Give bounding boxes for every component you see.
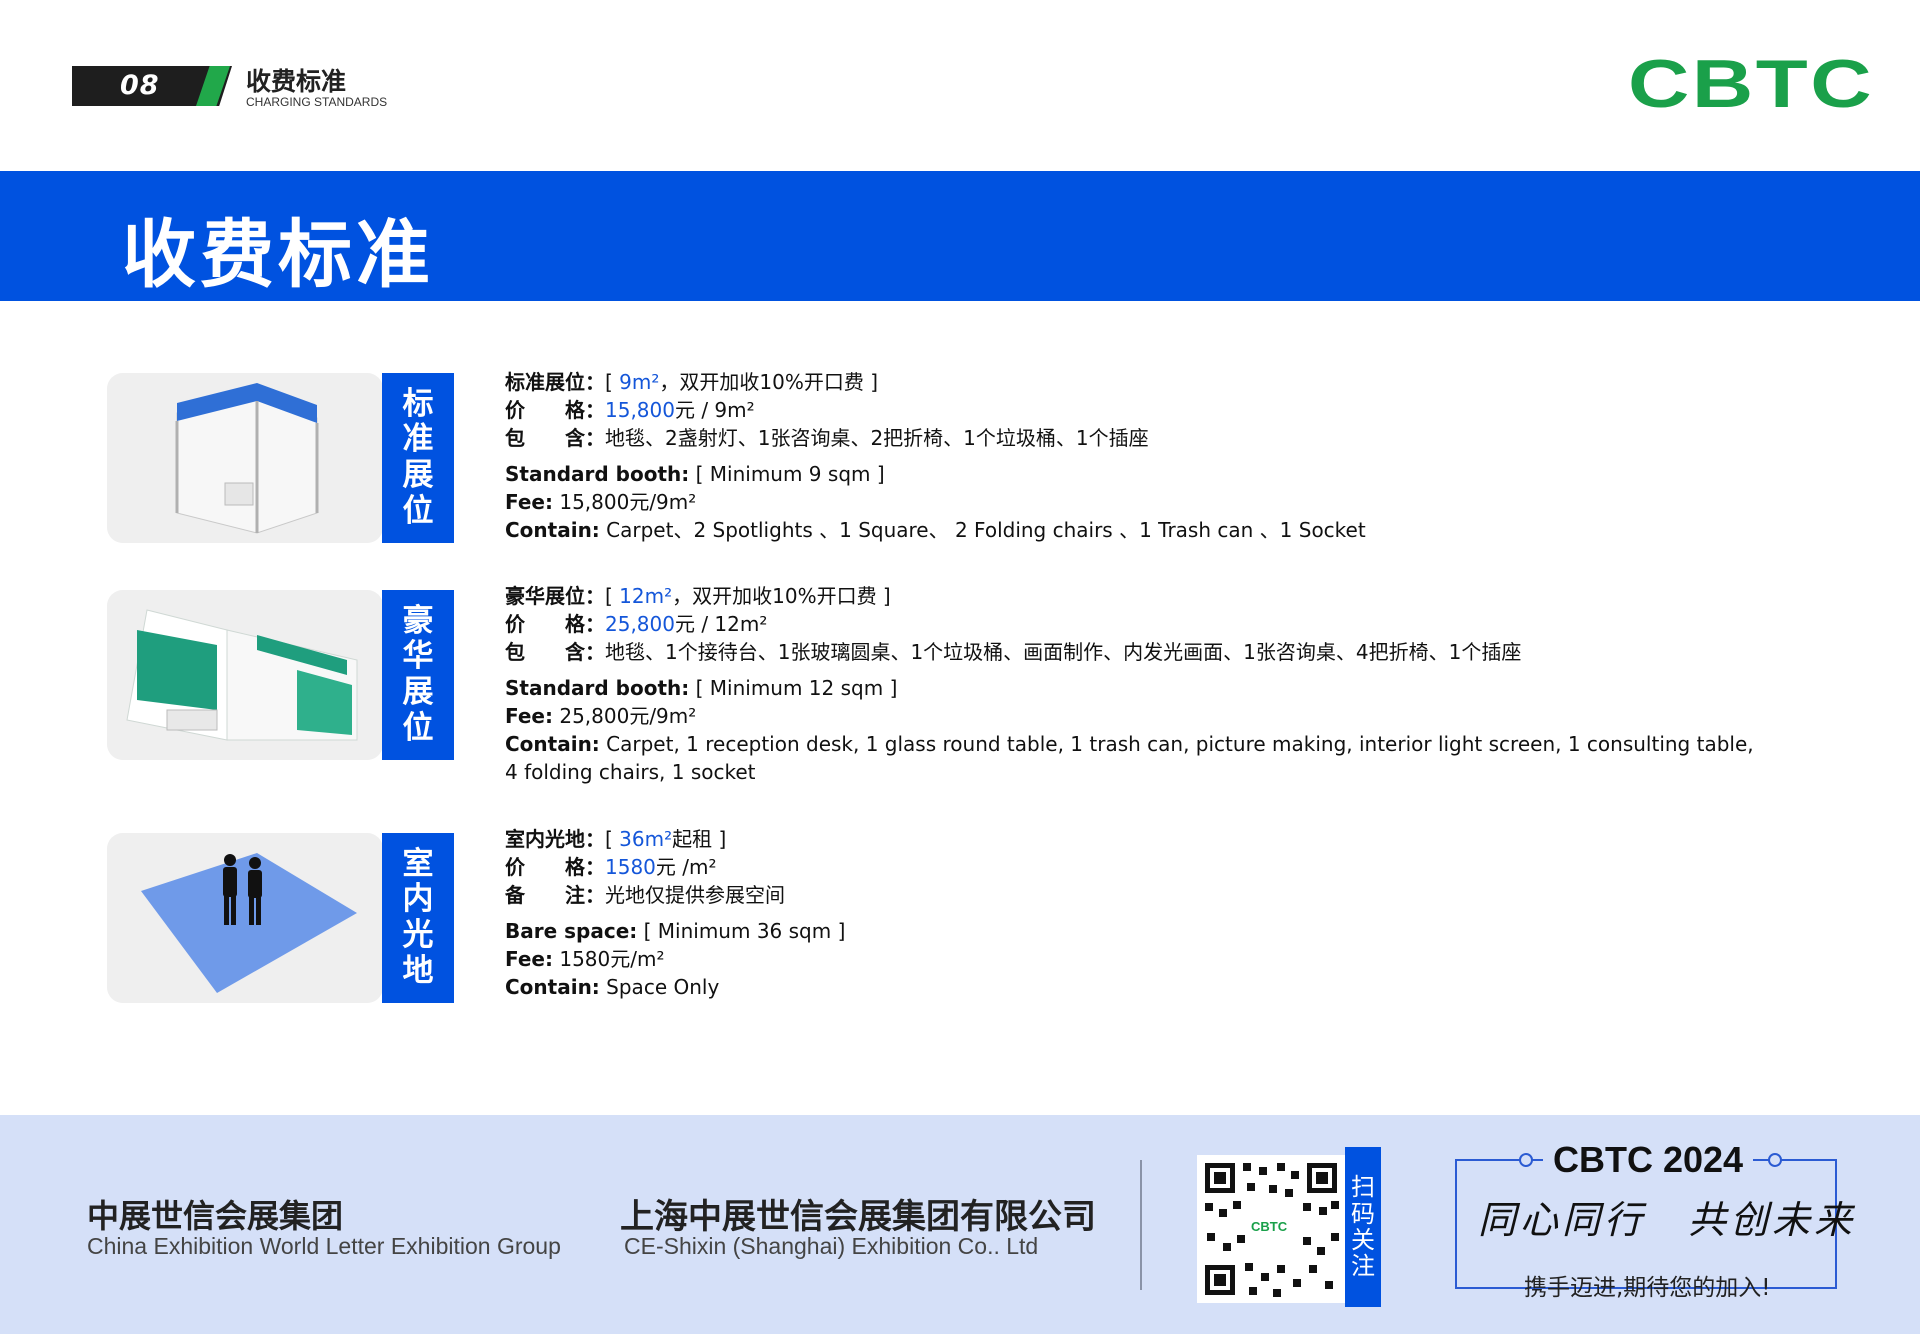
cn-label: 包 含： [505,640,605,664]
cn-value: [ [605,827,620,851]
en-label: Standard booth: [505,462,690,486]
cn-label: 价 格： [505,398,605,422]
en-label: Contain: [505,975,600,999]
price-highlight: 25,800 [605,612,675,636]
cn-label: 标准展位： [505,370,605,394]
standard-booth-tag: 标 准 展 位 [382,373,454,543]
slogan-heading: CBTC 2024 [1543,1139,1754,1181]
cn-value: [ [605,370,620,394]
tag-char: 地 [402,952,434,989]
bare-space-tag: 室 内 光 地 [382,833,454,1003]
bare-space-image [107,833,383,1003]
tag-char: 位 [402,492,434,529]
banner-title: 收费标准 [122,212,434,298]
cn-value: ，双开加收10%开口费 ] [672,584,891,608]
company2-name-cn: 上海中展世信会展集团有限公司 [620,1197,1096,1237]
tag-char: 关 [1351,1226,1375,1254]
en-value: Carpet、2 Spotlights 、1 Square、 2 Folding… [599,518,1366,542]
en-value: [ Minimum 12 sqm ] [689,676,898,700]
cn-value: 地毯、1个接待台、1张玻璃圆桌、1个垃圾桶、画面制作、内发光画面、1张咨询桌、4… [605,640,1522,664]
en-value: Carpet, 1 reception desk, 1 glass round … [505,732,1754,784]
section-title: 收费标准 [246,67,347,96]
en-label: Bare space: [505,919,638,943]
cn-value-highlight: 9m² [619,370,660,394]
footer: 中展世信会展集团 China Exhibition World Letter E… [0,1115,1920,1334]
tag-char: 标 [402,385,434,422]
tag-char: 室 [402,845,434,882]
tag-char: 展 [402,457,434,493]
title-banner: 收费标准 [0,171,1920,301]
qr-code[interactable]: CBTC [1197,1155,1345,1303]
cn-label: 备 注： [505,883,605,907]
en-label: Standard booth: [505,676,690,700]
en-label: Fee: [505,947,553,971]
company-name-en: China Exhibition World Letter Exhibition… [87,1233,561,1259]
en-value: [ Minimum 36 sqm ] [637,919,846,943]
cn-label: 室内光地： [505,827,605,851]
tag-char: 华 [402,638,434,675]
price-highlight: 15,800 [605,398,675,422]
deluxe-booth-image [107,590,383,760]
tag-char: 准 [402,421,434,458]
tag-char: 码 [1351,1199,1375,1228]
en-value: [ Minimum 9 sqm ] [689,462,885,486]
scan-follow-tag: 扫 码 关 注 [1345,1147,1381,1307]
tag-char: 扫 [1351,1173,1375,1202]
cn-value: 元 / 12m² [674,612,768,636]
en-label: Contain: [505,732,600,756]
section-subtitle: CHARGING STANDARDS [246,95,388,109]
price-highlight: 1580 [605,855,656,879]
deluxe-booth-tag: 豪 华 展 位 [382,590,454,760]
cn-label: 价 格： [505,855,605,879]
en-value: 1580元/m² [552,947,665,971]
slogan-caption: 携手迈进,期待您的加入! [1524,1275,1771,1301]
company2-name-en: CE-Shixin (Shanghai) Exhibition Co.. Ltd [624,1233,1039,1259]
cn-value-highlight: 12m² [619,584,673,608]
cn-value: [ [605,584,620,608]
cn-value: 地毯、2盏射灯、1张咨询桌、2把折椅、1个垃圾桶、1个插座 [605,426,1149,450]
standard-booth-image [107,373,383,543]
page-number: 08 [120,70,160,101]
cn-label: 包 含： [505,426,605,450]
cn-value: 光地仅提供参展空间 [605,883,785,907]
deluxe-booth-info: 豪华展位：[ 12m²，双开加收10%开口费 ] 价 格：25,800元 / 1… [505,582,1765,786]
tag-char: 展 [402,674,434,710]
tag-char: 内 [402,881,434,918]
bare-space-info: 室内光地：[ 36m²起租 ] 价 格：1580元 /m² 备 注：光地仅提供参… [505,825,845,1001]
en-label: Contain: [505,518,600,542]
en-value: Space Only [599,975,720,999]
en-label: Fee: [505,704,553,728]
en-value: 25,800元/9m² [552,704,697,728]
en-label: Fee: [505,490,553,514]
cn-value: 起租 ] [672,827,727,851]
qr-logo: CBTC [1251,1219,1288,1234]
cbtc-logo: CBTC [1628,46,1875,122]
cn-value: 元 /m² [655,855,717,879]
decor-dot [1768,1153,1782,1167]
company-name-cn: 中展世信会展集团 [87,1197,344,1235]
cn-label: 价 格： [505,612,605,636]
tag-char: 豪 [402,602,434,639]
decor-dot [1519,1153,1533,1167]
cn-value-highlight: 36m² [619,827,673,851]
cn-label: 豪华展位： [505,584,605,608]
tag-char: 光 [402,917,434,953]
footer-divider [1140,1160,1142,1290]
cn-value: ，双开加收10%开口费 ] [659,370,879,394]
tag-char: 位 [402,709,434,746]
en-value: 15,800元/9m² [552,490,697,514]
cn-value: 元 / 9m² [674,398,755,422]
standard-booth-info: 标准展位：[ 9m²，双开加收10%开口费 ] 价 格：15,800元 / 9m… [505,368,1366,544]
slogan-text: 同心同行 共创未来 [1478,1198,1857,1242]
tag-char: 注 [1351,1252,1375,1281]
